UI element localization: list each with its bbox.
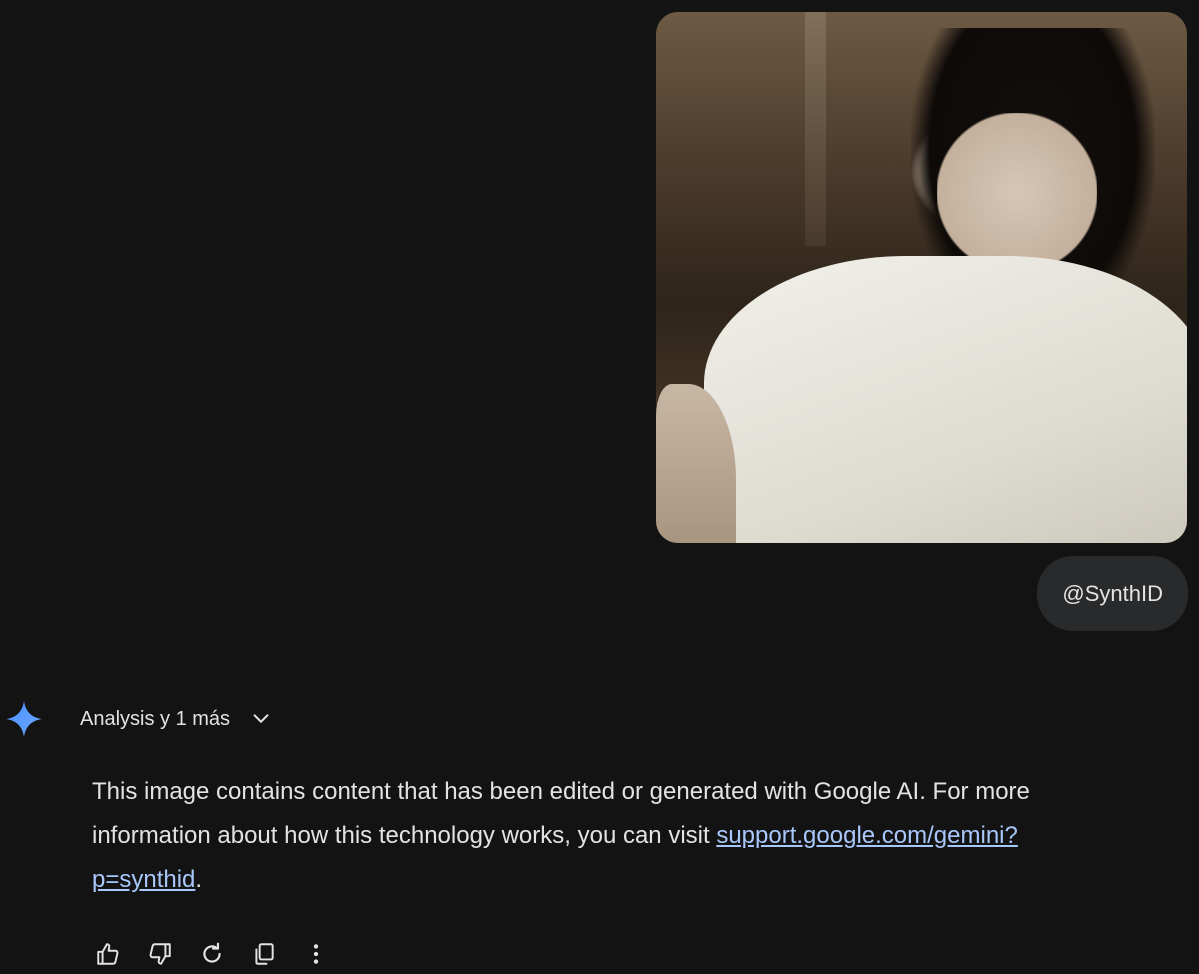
more-options-button[interactable] [302,940,330,968]
image-region-face [937,112,1097,273]
uploaded-image[interactable] [656,12,1187,543]
image-region-shirt [703,256,1187,543]
copy-button[interactable] [250,940,278,968]
more-options-icon [313,944,319,964]
response-actions [94,938,330,970]
gemini-sparkle-icon [5,700,43,738]
image-region-lamp [804,12,826,246]
user-message-text: @SynthID [1062,580,1163,606]
user-message-bubble: @SynthID [1037,556,1188,631]
response-text: This image contains content that has bee… [92,770,1112,902]
response-text-after-link: . [195,866,203,893]
chevron-down-icon [253,714,269,723]
chat-page: @SynthID Analysis y 1 más This image con… [0,0,1199,974]
thumbs-down-button[interactable] [146,940,174,968]
thumbs-down-icon [149,943,171,965]
regenerate-button[interactable] [198,940,226,968]
copy-icon [255,943,274,965]
thumbs-up-icon [97,943,119,965]
regenerate-icon [203,942,221,963]
tools-used-toggle[interactable]: Analysis y 1 más [80,700,272,738]
thumbs-up-button[interactable] [94,940,122,968]
tools-used-label: Analysis y 1 más [80,707,231,730]
